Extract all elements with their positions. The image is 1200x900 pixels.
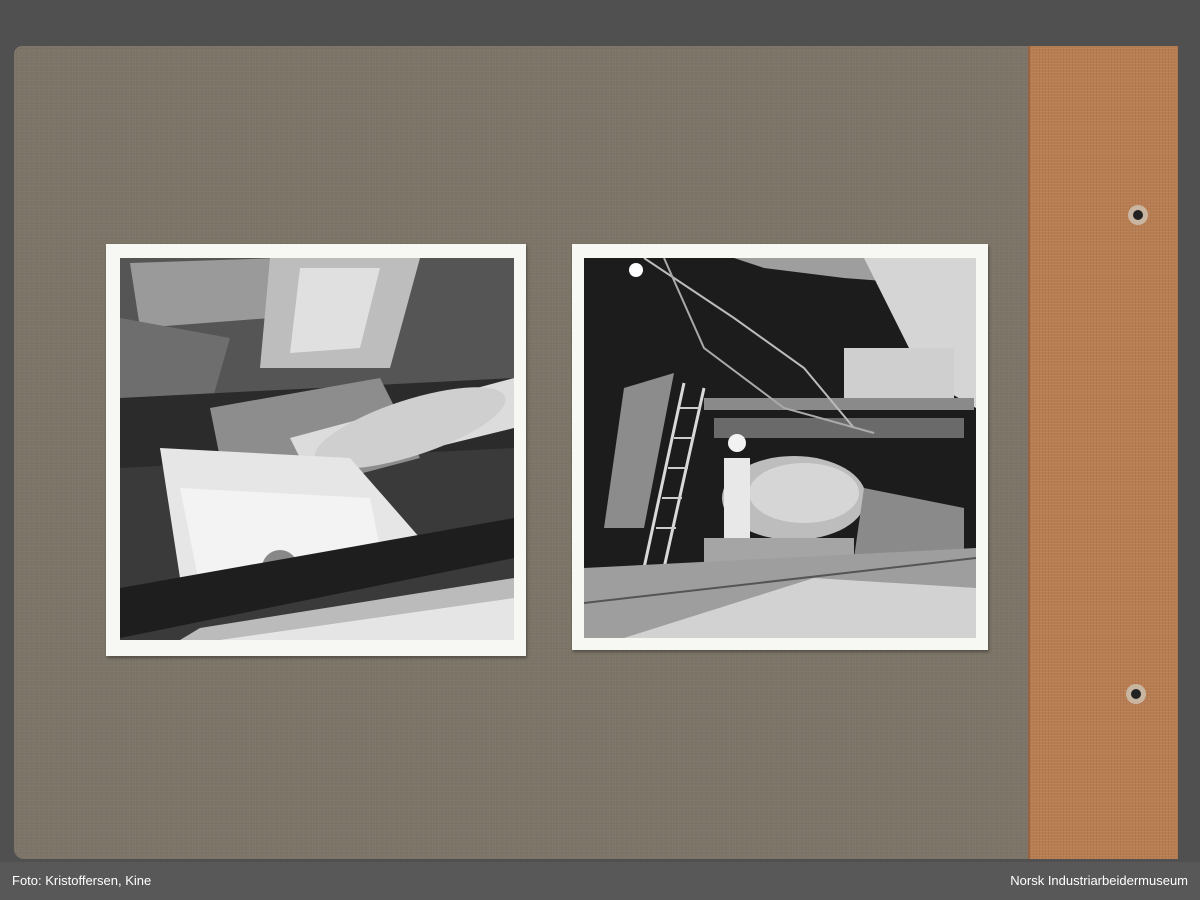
museum-name: Norsk Industriarbeidermuseum — [1010, 873, 1188, 888]
photo-left-image — [120, 258, 514, 640]
caption-bar: Foto: Kristoffersen, Kine Norsk Industri… — [0, 862, 1200, 900]
album-spine — [1028, 46, 1178, 859]
photo-right-image — [584, 258, 976, 638]
photo-left — [106, 244, 526, 656]
photo-right — [572, 244, 988, 650]
binder-hole-icon — [1126, 684, 1146, 704]
binder-hole-icon — [1128, 205, 1148, 225]
photo-credit: Foto: Kristoffersen, Kine — [12, 873, 152, 888]
